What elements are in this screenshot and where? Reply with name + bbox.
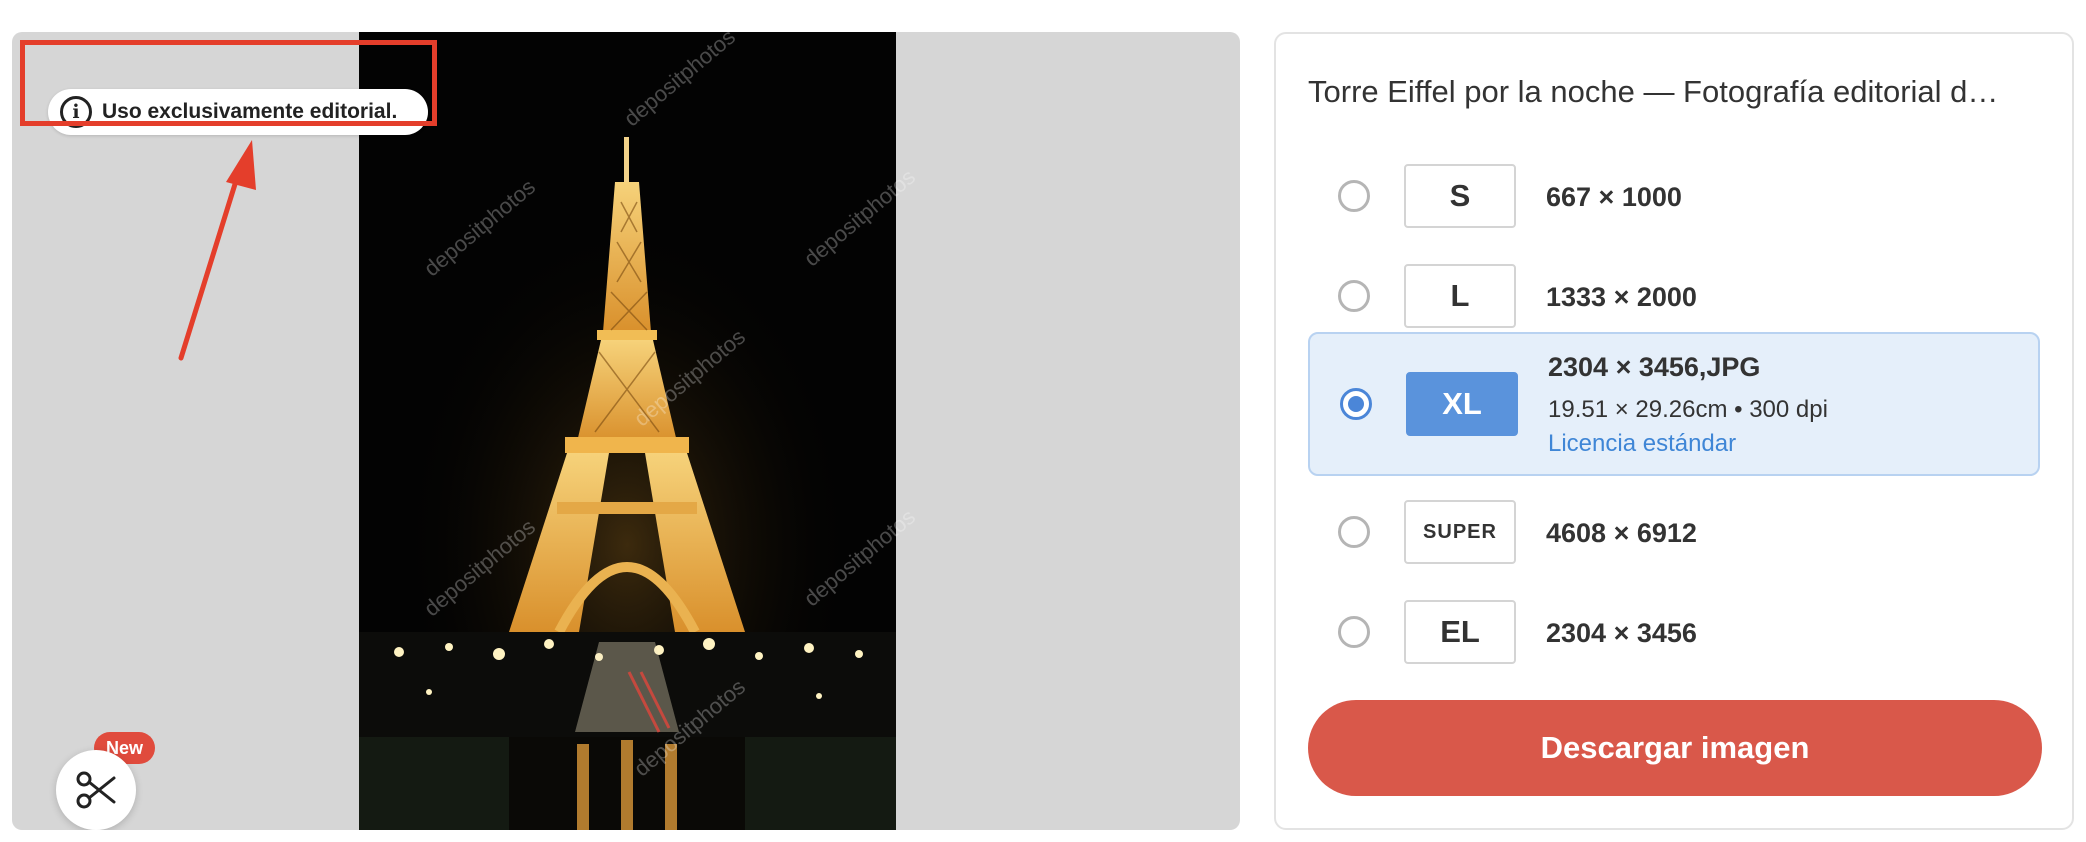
info-icon: i	[60, 96, 92, 128]
size-dimensions: 2304 × 3456	[1546, 618, 1697, 648]
size-option-super[interactable]: SUPER 4608 × 6912	[1308, 482, 2040, 582]
size-radio[interactable]	[1338, 616, 1370, 648]
eiffel-tower-photo: depositphotos depositphotos depositphoto…	[359, 32, 920, 830]
size-radio[interactable]	[1338, 280, 1370, 312]
eiffel-tower-illustration	[359, 32, 896, 830]
size-label-box: SUPER	[1404, 500, 1516, 564]
crop-tool-button[interactable]	[56, 750, 136, 830]
size-dimensions: 1333 × 2000	[1546, 282, 1697, 312]
size-dimensions: 4608 × 6912	[1546, 518, 1697, 548]
editorial-notice: i Uso exclusivamente editorial.	[48, 89, 428, 135]
size-label-box: L	[1404, 264, 1516, 328]
size-label-box: EL	[1404, 600, 1516, 664]
download-image-button[interactable]: Descargar imagen	[1308, 700, 2042, 796]
size-dimensions: 2304 × 3456,JPG	[1548, 352, 1761, 382]
size-radio-selected[interactable]	[1340, 388, 1372, 420]
print-size-detail: 19.51 × 29.26cm • 300 dpi	[1548, 396, 1828, 423]
size-option-l[interactable]: L 1333 × 2000	[1308, 246, 2040, 346]
download-options-panel: Torre Eiffel por la noche — Fotografía e…	[1274, 32, 2074, 830]
size-label-box: S	[1404, 164, 1516, 228]
size-option-s[interactable]: S 667 × 1000	[1308, 146, 2040, 246]
size-option-el[interactable]: EL 2304 × 3456	[1308, 582, 2040, 682]
license-link[interactable]: Licencia estándar	[1548, 430, 1736, 458]
size-option-xl[interactable]: XL 2304 × 3456,JPG 19.51 × 29.26cm • 300…	[1308, 332, 2040, 476]
image-title: Torre Eiffel por la noche — Fotografía e…	[1308, 74, 1999, 109]
scissors-icon	[76, 771, 116, 809]
image-preview: depositphotos depositphotos depositphoto…	[12, 32, 1240, 830]
size-label-box: XL	[1406, 372, 1518, 436]
editorial-notice-text: Uso exclusivamente editorial.	[102, 100, 398, 123]
size-dimensions: 667 × 1000	[1546, 182, 1682, 212]
size-radio[interactable]	[1338, 516, 1370, 548]
size-radio[interactable]	[1338, 180, 1370, 212]
